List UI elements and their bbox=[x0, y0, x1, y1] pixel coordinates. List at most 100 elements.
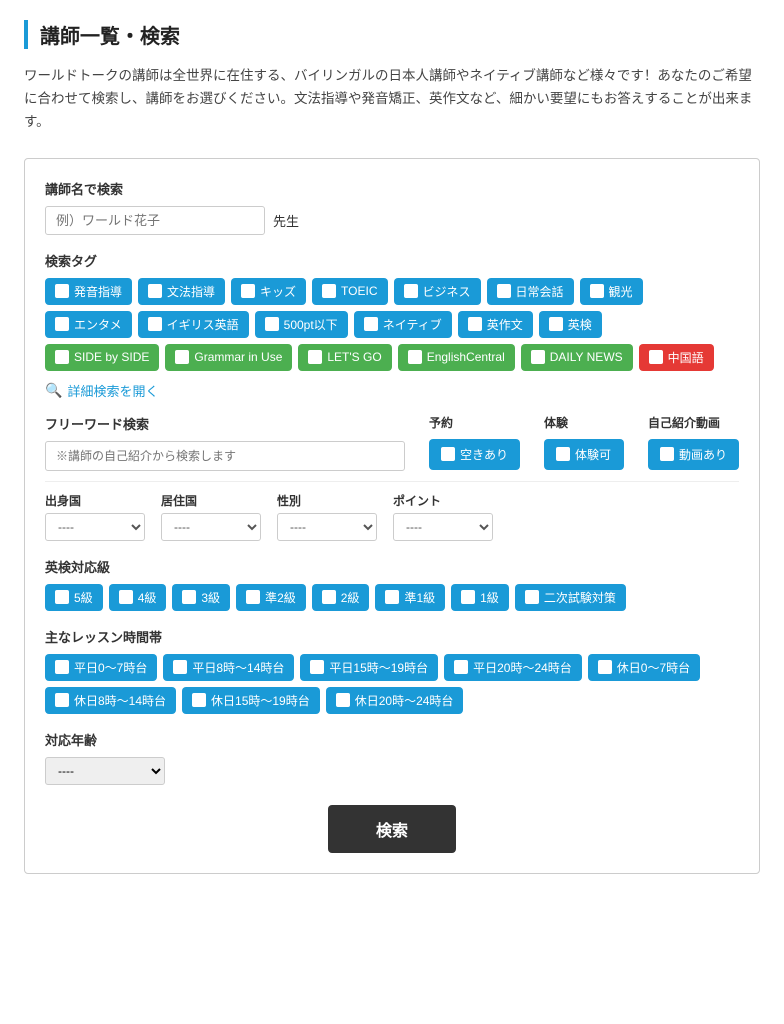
yoyaku-checkbox bbox=[441, 447, 455, 461]
tag-button[interactable]: 休日20時〜24時台 bbox=[326, 687, 464, 714]
tag-checkbox bbox=[590, 284, 604, 298]
tag-button[interactable]: エンタメ bbox=[45, 311, 132, 338]
jikoshokai-button[interactable]: 動画あり bbox=[648, 439, 739, 470]
tag-checkbox bbox=[408, 350, 422, 364]
detail-search-toggle[interactable]: 🔍 詳細検索を開く bbox=[45, 381, 739, 400]
tag-checkbox bbox=[55, 590, 69, 604]
seibetsu-select[interactable]: ---- bbox=[277, 513, 377, 541]
tag-checkbox bbox=[497, 284, 511, 298]
detail-toggle-label: 詳細検索を開く bbox=[67, 381, 158, 400]
tag-checkbox bbox=[598, 660, 612, 674]
tag-button[interactable]: SIDE by SIDE bbox=[45, 344, 159, 371]
tag-button[interactable]: DAILY NEWS bbox=[521, 344, 633, 371]
tag-button[interactable]: 平日0〜7時台 bbox=[45, 654, 157, 681]
tag-button[interactable]: 日常会話 bbox=[487, 278, 574, 305]
name-search-input[interactable] bbox=[45, 206, 265, 235]
tag-button[interactable]: 平日8時〜14時台 bbox=[163, 654, 294, 681]
tag-checkbox bbox=[454, 660, 468, 674]
tag-button[interactable]: 平日20時〜24時台 bbox=[444, 654, 582, 681]
tag-checkbox bbox=[55, 284, 69, 298]
freeword-row: フリーワード検索 予約 空きあり 体験 体験可 自己紹介動画 動画あり bbox=[45, 414, 739, 471]
tag-button[interactable]: 休日8時〜14時台 bbox=[45, 687, 176, 714]
tag-button[interactable]: 観光 bbox=[580, 278, 643, 305]
tag-button[interactable]: イギリス英語 bbox=[138, 311, 249, 338]
tag-checkbox bbox=[148, 284, 162, 298]
tag-button[interactable]: 二次試験対策 bbox=[515, 584, 626, 611]
taiken-label: 体験 bbox=[544, 414, 624, 431]
tag-button[interactable]: 500pt以下 bbox=[255, 311, 348, 338]
tag-button[interactable]: 休日0〜7時台 bbox=[588, 654, 700, 681]
tag-checkbox bbox=[55, 350, 69, 364]
jikoshokai-checkbox bbox=[660, 447, 674, 461]
name-search-row: 先生 bbox=[45, 206, 739, 235]
age-section: 対応年齢 ---- bbox=[45, 730, 739, 785]
tag-button[interactable]: LET'S GO bbox=[298, 344, 391, 371]
page-title-container: 講師一覧・検索 bbox=[24, 20, 760, 49]
taiken-button[interactable]: 体験可 bbox=[544, 439, 624, 470]
tag-button[interactable]: 文法指導 bbox=[138, 278, 225, 305]
kyojyu-select[interactable]: ---- bbox=[161, 513, 261, 541]
tag-button[interactable]: 発音指導 bbox=[45, 278, 132, 305]
tag-button[interactable]: 2級 bbox=[312, 584, 370, 611]
tag-checkbox bbox=[55, 317, 69, 331]
taiken-col: 体験 体験可 bbox=[544, 414, 624, 470]
tag-button[interactable]: 1級 bbox=[451, 584, 509, 611]
selects-row: 出身国 ---- 居住国 ---- 性別 ---- ポイント ---- bbox=[45, 492, 739, 541]
tag-button[interactable]: 5級 bbox=[45, 584, 103, 611]
tag-checkbox bbox=[385, 590, 399, 604]
tag-button[interactable]: 3級 bbox=[172, 584, 230, 611]
tag-button[interactable]: 英作文 bbox=[458, 311, 533, 338]
tag-button[interactable]: 中国語 bbox=[639, 344, 714, 371]
tag-checkbox bbox=[119, 590, 133, 604]
tag-button[interactable]: Grammar in Use bbox=[165, 344, 292, 371]
shusshin-select[interactable]: ---- bbox=[45, 513, 145, 541]
tag-button[interactable]: ビジネス bbox=[394, 278, 481, 305]
search-box: 講師名で検索 先生 検索タグ 発音指導文法指導キッズTOEICビジネス日常会話観… bbox=[24, 158, 760, 874]
tags-row-1: 発音指導文法指導キッズTOEIC ビジネス日常会話観光 bbox=[45, 278, 739, 305]
tag-checkbox bbox=[336, 693, 350, 707]
tags-label: 検索タグ bbox=[45, 251, 739, 270]
tag-checkbox bbox=[182, 590, 196, 604]
jikoshokai-label: 自己紹介動画 bbox=[648, 414, 739, 431]
magnifier-icon: 🔍 bbox=[45, 382, 62, 399]
tag-button[interactable]: 休日15時〜19時台 bbox=[182, 687, 320, 714]
tags-row-3: SIDE by SIDEGrammar in UseLET'S GO Englis… bbox=[45, 344, 739, 371]
tag-checkbox bbox=[246, 590, 260, 604]
tag-checkbox bbox=[531, 350, 545, 364]
freeword-input[interactable] bbox=[45, 441, 405, 471]
tag-button[interactable]: 英検 bbox=[539, 311, 602, 338]
age-select[interactable]: ---- bbox=[45, 757, 165, 785]
kyojyu-col: 居住国 ---- bbox=[161, 492, 261, 541]
search-button[interactable]: 検索 bbox=[328, 805, 456, 853]
tag-checkbox bbox=[461, 590, 475, 604]
shusshin-label: 出身国 bbox=[45, 492, 145, 509]
tag-button[interactable]: 準2級 bbox=[236, 584, 306, 611]
tag-checkbox bbox=[241, 284, 255, 298]
tag-checkbox bbox=[310, 660, 324, 674]
tag-checkbox bbox=[265, 317, 279, 331]
points-col: ポイント ---- bbox=[393, 492, 493, 541]
eiken-section: 英検対応級 5級4級3級準2級2級準1級1級二次試験対策 bbox=[45, 557, 739, 611]
shusshin-col: 出身国 ---- bbox=[45, 492, 145, 541]
time-label: 主なレッスン時間帯 bbox=[45, 627, 739, 646]
points-select[interactable]: ---- bbox=[393, 513, 493, 541]
seibetsu-label: 性別 bbox=[277, 492, 377, 509]
page-description: ワールドトークの講師は全世界に在住する、バイリンガルの日本人講師やネイティブ講師… bbox=[24, 65, 760, 134]
tag-checkbox bbox=[308, 350, 322, 364]
tag-button[interactable]: EnglishCentral bbox=[398, 344, 515, 371]
eiken-label: 英検対応級 bbox=[45, 557, 739, 576]
tag-checkbox bbox=[322, 284, 336, 298]
tag-button[interactable]: TOEIC bbox=[312, 278, 387, 305]
tag-button[interactable]: 平日15時〜19時台 bbox=[300, 654, 438, 681]
tag-button[interactable]: キッズ bbox=[231, 278, 306, 305]
yoyaku-button[interactable]: 空きあり bbox=[429, 439, 520, 470]
tag-checkbox bbox=[468, 317, 482, 331]
yoyaku-label: 予約 bbox=[429, 414, 520, 431]
tag-button[interactable]: 準1級 bbox=[375, 584, 445, 611]
tag-checkbox bbox=[404, 284, 418, 298]
tag-checkbox bbox=[148, 317, 162, 331]
taiken-checkbox bbox=[556, 447, 570, 461]
tag-button[interactable]: ネイティブ bbox=[354, 311, 452, 338]
tag-button[interactable]: 4級 bbox=[109, 584, 167, 611]
tag-checkbox bbox=[55, 660, 69, 674]
